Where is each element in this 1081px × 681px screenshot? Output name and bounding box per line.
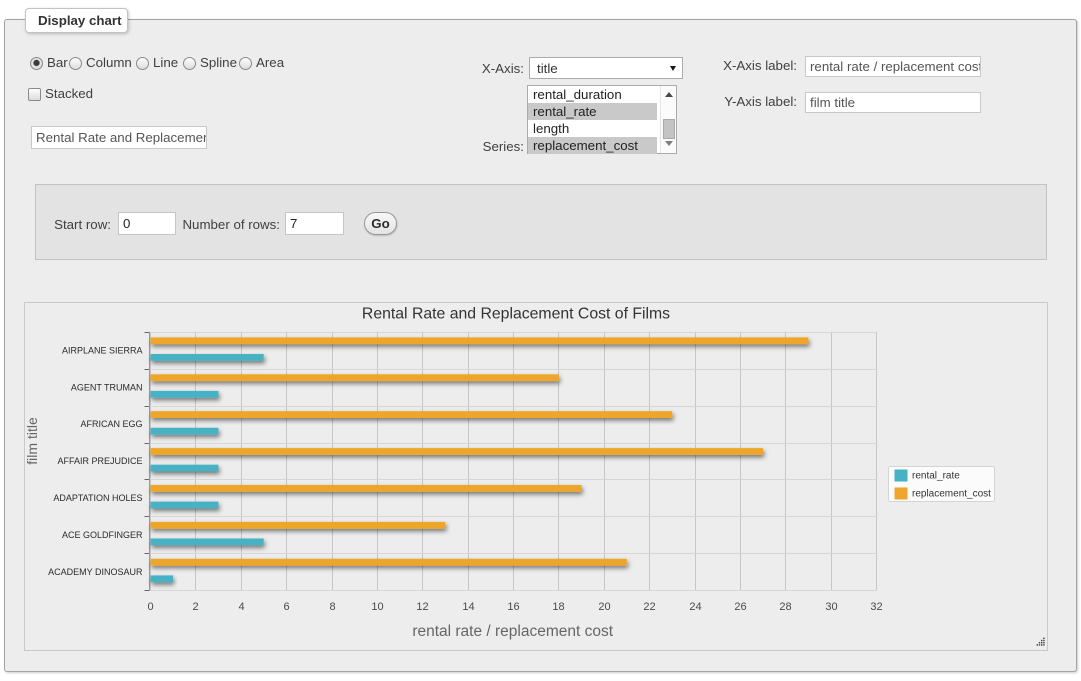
- svg-text:film title: film title: [25, 417, 40, 465]
- svg-text:4: 4: [238, 601, 244, 613]
- svg-text:ACADEMY DINOSAUR: ACADEMY DINOSAUR: [48, 567, 143, 577]
- svg-text:AGENT TRUMAN: AGENT TRUMAN: [71, 382, 143, 392]
- svg-text:AFRICAN EGG: AFRICAN EGG: [80, 419, 142, 429]
- svg-text:AIRPLANE SIERRA: AIRPLANE SIERRA: [62, 346, 143, 356]
- svg-text:18: 18: [552, 601, 564, 613]
- svg-text:2: 2: [192, 601, 198, 613]
- svg-text:10: 10: [371, 601, 383, 613]
- svg-text:26: 26: [734, 601, 746, 613]
- svg-text:0: 0: [147, 601, 153, 613]
- svg-text:rental_rate: rental_rate: [912, 471, 960, 482]
- svg-text:replacement_cost: replacement_cost: [912, 489, 991, 500]
- svg-text:24: 24: [689, 601, 701, 613]
- svg-text:ADAPTATION HOLES: ADAPTATION HOLES: [53, 493, 142, 503]
- svg-text:30: 30: [825, 601, 837, 613]
- svg-text:16: 16: [507, 601, 519, 613]
- svg-text:8: 8: [329, 601, 335, 613]
- svg-text:28: 28: [779, 601, 791, 613]
- svg-text:rental rate / replacement cost: rental rate / replacement cost: [412, 623, 613, 640]
- svg-text:22: 22: [643, 601, 655, 613]
- svg-text:AFFAIR PREJUDICE: AFFAIR PREJUDICE: [57, 456, 142, 466]
- svg-text:ACE GOLDFINGER: ACE GOLDFINGER: [62, 530, 143, 540]
- svg-text:32: 32: [870, 601, 882, 613]
- svg-text:Rental Rate and Replacement Co: Rental Rate and Replacement Cost of Film…: [362, 306, 670, 323]
- svg-text:14: 14: [462, 601, 474, 613]
- svg-text:20: 20: [598, 601, 610, 613]
- svg-text:6: 6: [283, 601, 289, 613]
- svg-text:12: 12: [416, 601, 428, 613]
